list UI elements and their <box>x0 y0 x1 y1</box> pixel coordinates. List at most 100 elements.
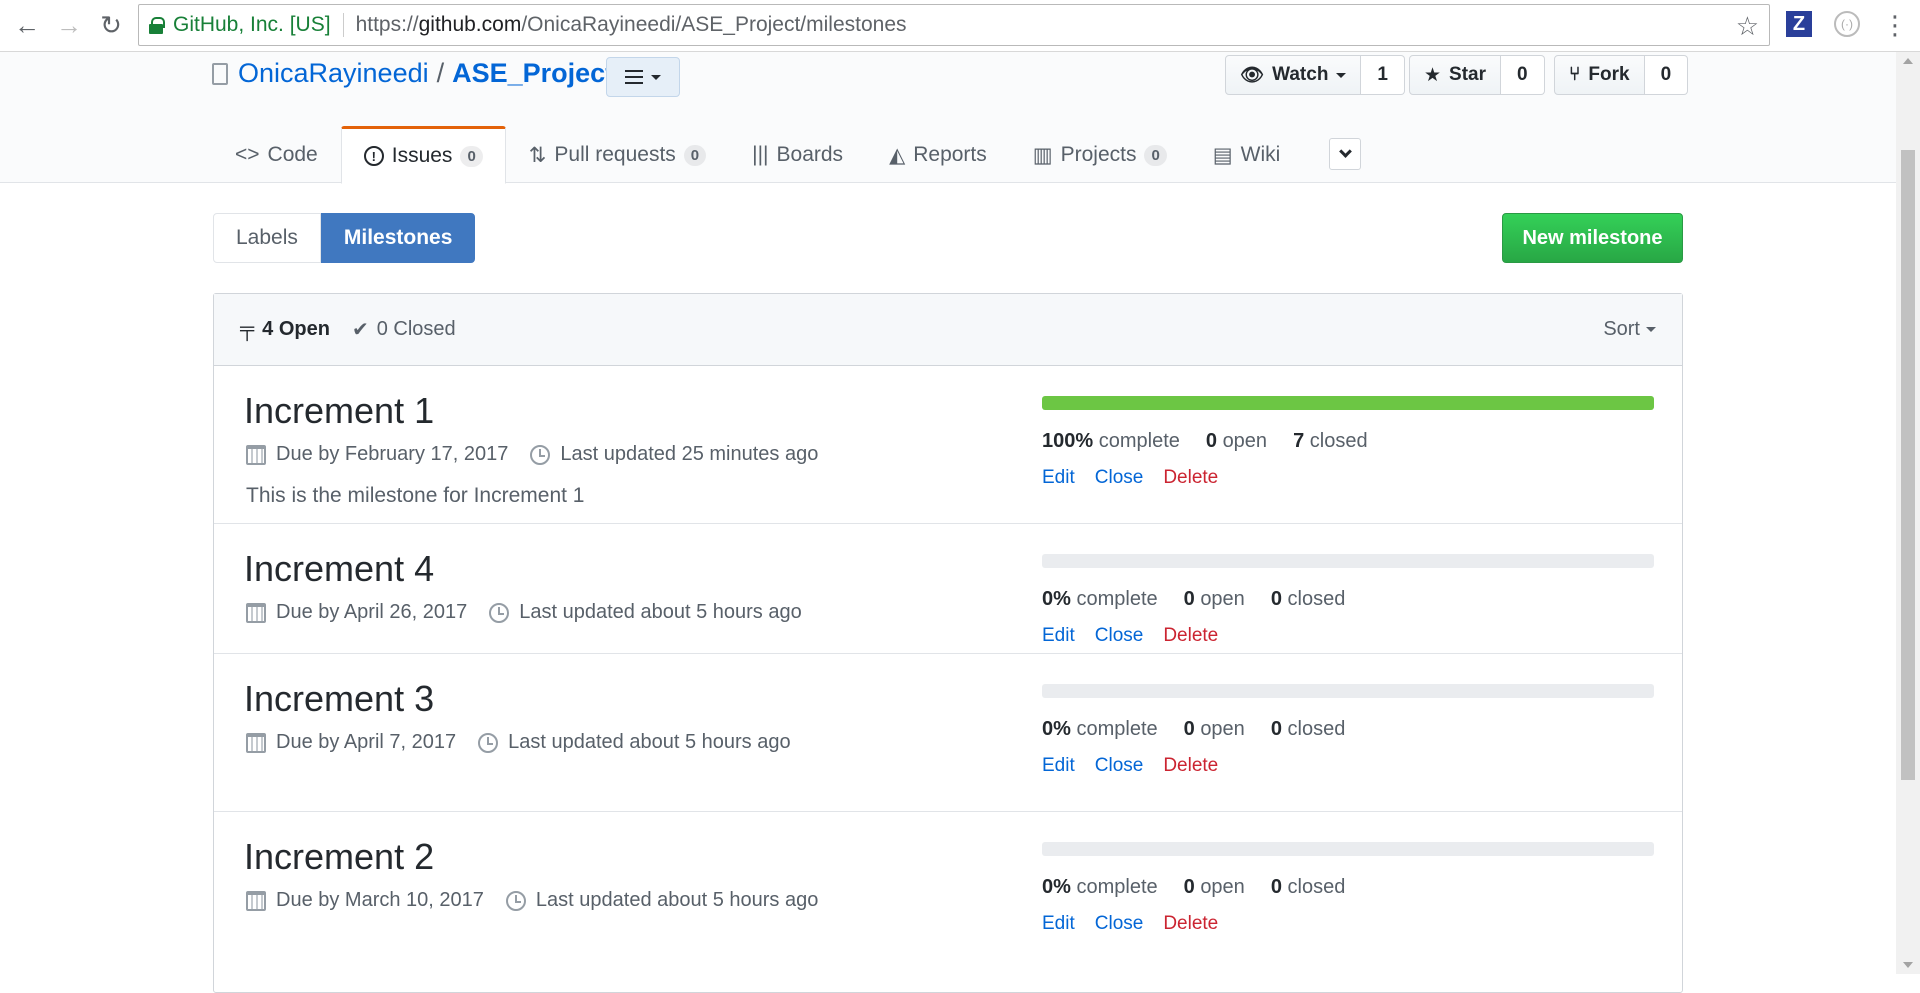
milestones-tab[interactable]: Milestones <box>320 213 476 263</box>
delete-link[interactable]: Delete <box>1163 467 1218 489</box>
milestone-last-updated: Last updated about 5 hours ago <box>508 731 791 753</box>
star-count[interactable]: 0 <box>1501 55 1545 95</box>
tab-issues[interactable]: ! Issues 0 <box>340 126 506 184</box>
open-issues-count: 0 <box>1205 430 1217 452</box>
delete-link[interactable]: Delete <box>1163 755 1218 777</box>
repo-path-separator: / <box>436 58 445 88</box>
close-link[interactable]: Close <box>1095 467 1144 489</box>
watch-group: 👁 Watch 1 <box>1225 55 1405 95</box>
list-menu-button[interactable] <box>606 57 680 97</box>
eye-icon: 👁 <box>1240 65 1265 86</box>
milestone-last-updated: Last updated about 5 hours ago <box>535 889 819 911</box>
tab-boards[interactable]: ||| Boards <box>729 125 866 183</box>
edit-link[interactable]: Edit <box>1042 467 1075 489</box>
open-count-label: 4 Open <box>262 318 330 340</box>
clock-icon <box>489 602 510 623</box>
tab-label: Pull requests <box>554 143 676 166</box>
tab-reports[interactable]: ◭ Reports <box>866 125 1010 183</box>
tab-label: Reports <box>913 143 987 166</box>
check-icon: ✔ <box>351 319 369 341</box>
milestone-progress-area: 0% complete 0 open 0 closed Edit Close D… <box>1042 554 1654 647</box>
tab-code[interactable]: <> Code <box>212 125 341 183</box>
closed-label: closed <box>1309 430 1368 452</box>
milestone-title[interactable]: Increment 3 <box>244 678 434 720</box>
complete-label: complete <box>1076 876 1158 898</box>
repo-icon <box>212 62 228 85</box>
milestone-stats: 0% complete 0 open 0 closed <box>1042 718 1654 741</box>
projects-count: 0 <box>1144 144 1167 166</box>
scroll-down-arrow-icon[interactable] <box>1903 962 1913 968</box>
labels-tab[interactable]: Labels <box>213 213 321 263</box>
fork-count[interactable]: 0 <box>1644 55 1689 95</box>
closed-milestones-filter[interactable]: ✔ 0 Closed <box>352 317 456 342</box>
open-milestones-filter[interactable]: ╤ 4 Open <box>240 318 330 341</box>
delete-link[interactable]: Delete <box>1163 913 1218 935</box>
milestone-title[interactable]: Increment 2 <box>244 836 434 878</box>
sort-dropdown[interactable]: Sort <box>1603 318 1656 341</box>
close-link[interactable]: Close <box>1095 755 1144 777</box>
url-text: https://github.com/OnicaRayineedi/ASE_Pr… <box>355 13 907 36</box>
open-issues-count: 0 <box>1183 718 1195 740</box>
caret-down-icon <box>1646 327 1656 332</box>
closed-count-label: 0 Closed <box>376 318 456 340</box>
milestone-actions: Edit Close Delete <box>1042 755 1654 777</box>
calendar-icon <box>246 602 266 623</box>
repo-title: OnicaRayineedi / ASE_Project <box>212 58 614 89</box>
star-button[interactable]: ★ Star <box>1409 55 1502 95</box>
complete-label: complete <box>1076 718 1158 740</box>
fork-group: ⑂ Fork 0 <box>1554 55 1689 95</box>
watch-label: Watch <box>1272 64 1329 85</box>
scrollbar-thumb[interactable] <box>1901 150 1915 780</box>
milestone-title[interactable]: Increment 1 <box>244 390 434 432</box>
milestone-title[interactable]: Increment 4 <box>244 548 434 590</box>
edit-link[interactable]: Edit <box>1042 755 1075 777</box>
milestone-item: Increment 1 Due by February 17, 2017 Las… <box>214 366 1682 524</box>
lock-icon <box>149 17 165 34</box>
bookmark-star-icon[interactable]: ☆ <box>1736 11 1759 42</box>
fork-button[interactable]: ⑂ Fork <box>1554 55 1645 95</box>
repo-name-link[interactable]: ASE_Project <box>452 58 614 89</box>
close-link[interactable]: Close <box>1095 625 1144 647</box>
extension-code-icon[interactable]: (·) <box>1834 11 1860 37</box>
percent-complete: 0% <box>1042 876 1071 898</box>
open-label: open <box>1200 876 1245 898</box>
tab-projects[interactable]: ▥ Projects 0 <box>1010 125 1190 183</box>
edit-link[interactable]: Edit <box>1042 913 1075 935</box>
milestone-last-updated: Last updated 25 minutes ago <box>560 443 819 465</box>
new-milestone-button[interactable]: New milestone <box>1502 213 1683 263</box>
close-link[interactable]: Close <box>1095 913 1144 935</box>
back-icon[interactable]: ← <box>10 8 44 42</box>
milestone-progress-area: 0% complete 0 open 0 closed Edit Close D… <box>1042 842 1654 935</box>
scroll-up-arrow-icon[interactable] <box>1903 58 1913 64</box>
closed-label: closed <box>1287 718 1346 740</box>
watch-button[interactable]: 👁 Watch <box>1225 55 1362 95</box>
tab-pull-requests[interactable]: ⇅ Pull requests 0 <box>506 125 729 183</box>
milestone-list: Increment 1 Due by February 17, 2017 Las… <box>214 366 1682 970</box>
more-tabs-button[interactable] <box>1329 138 1362 170</box>
reload-icon[interactable]: ↻ <box>94 8 128 42</box>
browser-menu-icon[interactable]: ⋮ <box>1882 8 1908 42</box>
open-label: open <box>1222 430 1268 452</box>
repo-owner-link[interactable]: OnicaRayineedi <box>238 58 429 89</box>
watch-count[interactable]: 1 <box>1361 55 1405 95</box>
projects-icon: ▥ <box>1032 143 1053 167</box>
milestone-meta: Due by February 17, 2017 Last updated 25… <box>246 443 830 466</box>
progress-bar <box>1042 396 1654 410</box>
fork-label: Fork <box>1588 64 1630 85</box>
address-bar[interactable]: GitHub, Inc. [US] https://github.com/Oni… <box>138 4 1770 46</box>
issues-count: 0 <box>460 145 483 167</box>
caret-down-icon <box>651 74 661 80</box>
forward-icon[interactable]: → <box>52 8 86 42</box>
delete-link[interactable]: Delete <box>1163 625 1218 647</box>
extension-z-icon[interactable]: Z <box>1786 11 1812 37</box>
milestone-item: Increment 3 Due by April 7, 2017 Last up… <box>214 654 1682 812</box>
edit-link[interactable]: Edit <box>1042 625 1075 647</box>
page-scrollbar[interactable] <box>1896 52 1920 974</box>
milestone-actions: Edit Close Delete <box>1042 913 1654 935</box>
milestone-last-updated: Last updated about 5 hours ago <box>519 601 802 623</box>
percent-complete: 100% <box>1042 430 1094 452</box>
milestone-meta: Due by April 7, 2017 Last updated about … <box>246 731 803 754</box>
tab-wiki[interactable]: ▤ Wiki <box>1190 125 1304 183</box>
milestone-stats: 0% complete 0 open 0 closed <box>1042 588 1654 611</box>
pull-requests-count: 0 <box>683 144 707 166</box>
